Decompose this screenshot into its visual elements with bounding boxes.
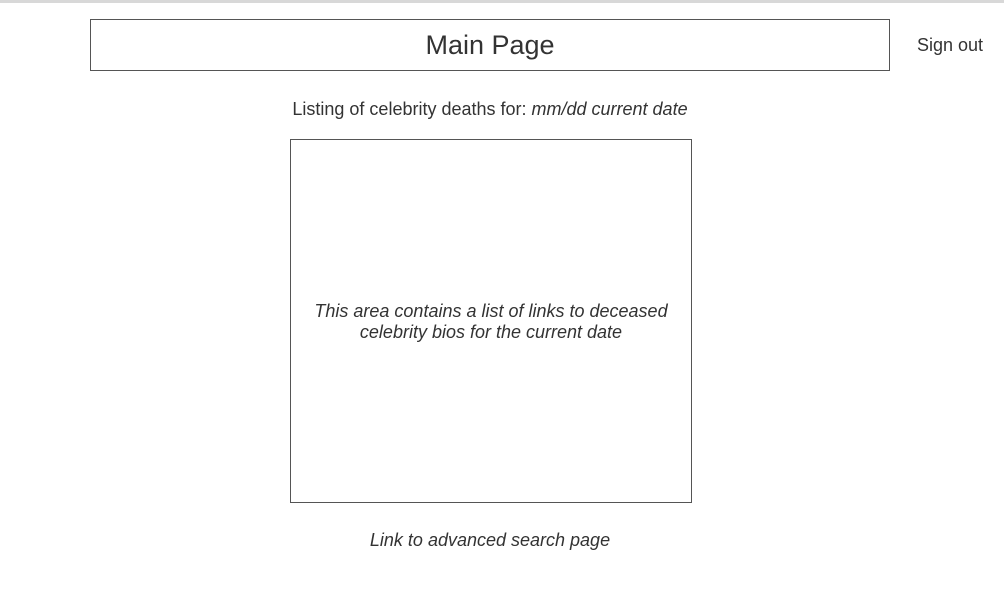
listing-date: mm/dd current date [531,99,688,119]
top-border [0,0,1004,3]
listing-prefix: Listing of celebrity deaths for: [292,99,532,119]
sign-out-link[interactable]: Sign out [917,35,983,56]
page-title: Main Page [425,29,555,60]
celebrity-bio-list[interactable]: This area contains a list of links to de… [290,139,692,503]
list-area-description: This area contains a list of links to de… [314,301,668,342]
listing-heading: Listing of celebrity deaths for: mm/dd c… [0,99,980,120]
page-title-box: Main Page [90,19,890,71]
advanced-search-link[interactable]: Link to advanced search page [0,530,980,551]
